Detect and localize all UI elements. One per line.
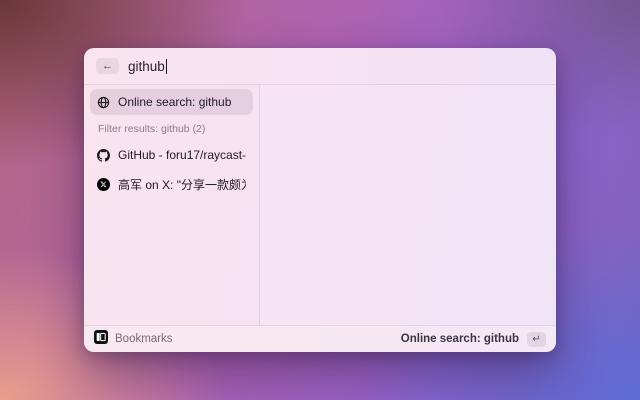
primary-action-label: Online search: github [401,333,519,345]
results-list: Online search: github Filter results: gi… [84,85,260,325]
window-body: Online search: github Filter results: gi… [84,85,556,325]
bookmarks-app-icon [94,330,108,349]
result-github-bookmark[interactable]: GitHub - foru17/raycast-hoarder... [90,142,253,168]
x-logo-icon [97,178,110,191]
result-x-post[interactable]: 高军 on X: "分享一款颇为实用的... [90,171,253,197]
search-query-text: github [128,59,165,74]
extension-chip: Bookmarks [94,330,173,349]
desktop-wallpaper: ← github Online search: github [0,0,640,400]
result-label: Online search: github [118,95,231,109]
globe-icon [97,96,110,109]
result-label: 高军 on X: "分享一款颇为实用的... [118,176,246,193]
result-online-search[interactable]: Online search: github [90,89,253,115]
launcher-window: ← github Online search: github [84,48,556,352]
extension-name: Bookmarks [115,333,173,345]
text-caret [166,59,168,74]
detail-pane [260,85,556,325]
search-input[interactable]: github [128,59,167,74]
filter-results-header: Filter results: github (2) [90,123,253,135]
search-bar: ← github [84,48,556,85]
github-icon [97,149,110,162]
status-bar: Bookmarks Online search: github ↵ [84,325,556,352]
primary-action[interactable]: Online search: github ↵ [401,332,546,347]
back-button[interactable]: ← [96,58,119,74]
result-label: GitHub - foru17/raycast-hoarder... [118,148,246,162]
return-key-icon: ↵ [527,332,546,347]
back-arrow-icon: ← [102,59,113,74]
